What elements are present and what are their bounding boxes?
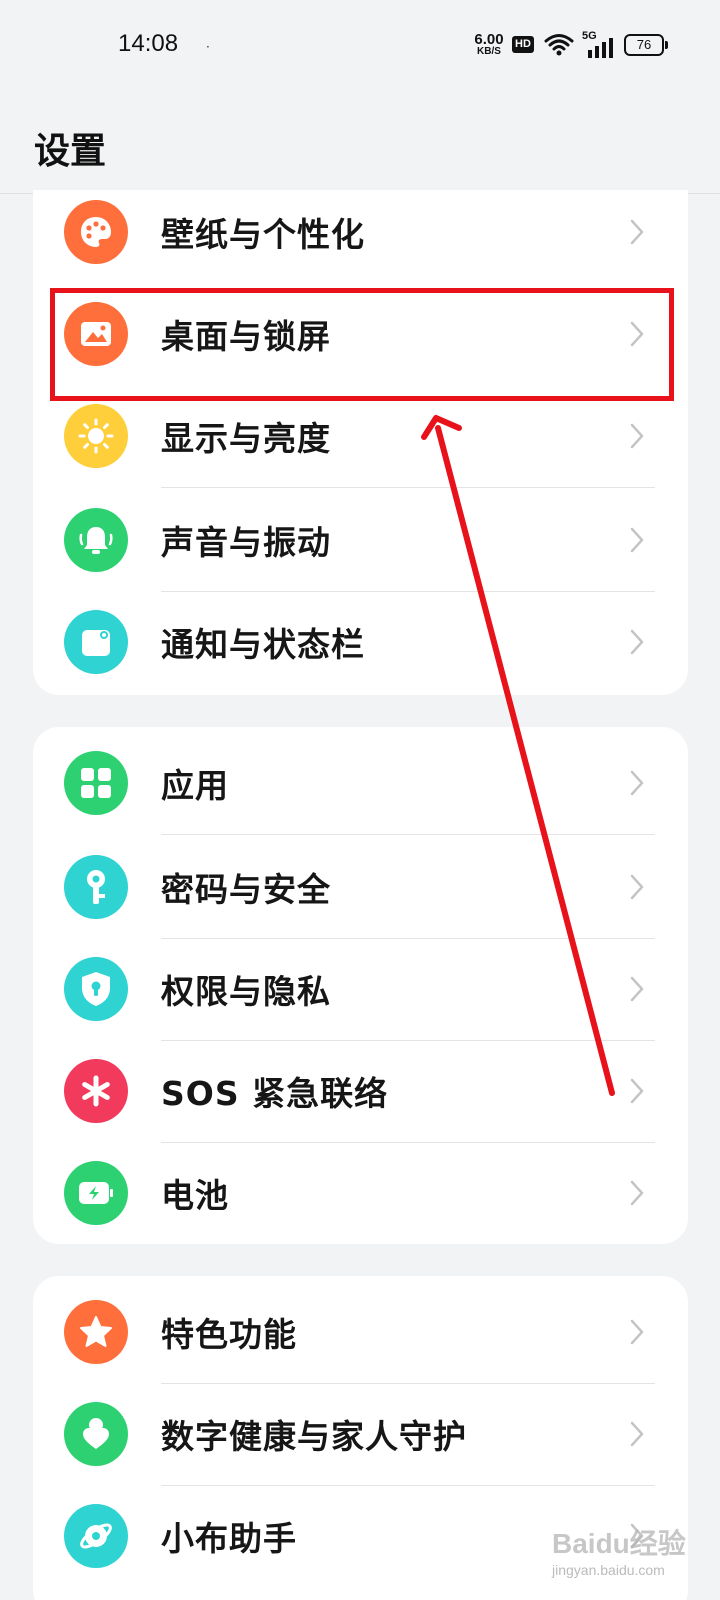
chevron-right-icon (630, 629, 644, 655)
chevron-right-icon (630, 423, 644, 449)
chevron-right-icon (630, 1078, 644, 1104)
chevron-right-icon (630, 1421, 644, 1447)
person-heart-icon (64, 1402, 128, 1466)
cellular-signal-icon: 5G (582, 30, 618, 58)
page-title: 设置 (34, 131, 107, 172)
network-speed-unit: KB/S (477, 46, 501, 57)
settings-item-label: 数字健康与家人守护 (161, 1417, 467, 1456)
settings-item-notifications[interactable]: 通知与状态栏 (33, 590, 688, 694)
settings-item-label: 小布助手 (161, 1519, 297, 1558)
network-speed-value: 6.00 (474, 31, 504, 48)
chevron-right-icon (630, 1180, 644, 1206)
settings-item-password-security[interactable]: 密码与安全 (33, 835, 688, 939)
palette-icon (64, 200, 128, 264)
sun-icon (64, 404, 128, 468)
hd-badge: HD (512, 36, 534, 53)
settings-item-label: 电池 (161, 1176, 229, 1215)
battery-charge-icon (64, 1161, 128, 1225)
status-bar: 14:08 · 6.00 KB/S HD 5G 76 (0, 0, 720, 90)
settings-item-label: SOS 紧急联络 (161, 1074, 389, 1113)
settings-item-label: 特色功能 (161, 1315, 297, 1354)
chevron-right-icon (630, 976, 644, 1002)
settings-item-privacy[interactable]: 权限与隐私 (33, 937, 688, 1041)
settings-item-apps[interactable]: 应用 (33, 731, 688, 835)
settings-item-sound[interactable]: 声音与振动 (33, 488, 688, 592)
settings-item-label: 壁纸与个性化 (161, 215, 365, 254)
settings-item-label: 权限与隐私 (161, 972, 331, 1011)
chevron-right-icon (630, 1319, 644, 1345)
settings-item-sos[interactable]: SOS 紧急联络 (33, 1039, 688, 1143)
network-speed: 6.00 KB/S (472, 32, 506, 57)
watermark-logo: Baidu经验 (552, 1528, 686, 1559)
chevron-right-icon (630, 770, 644, 796)
shield-lock-icon (64, 957, 128, 1021)
apps-grid-icon (64, 751, 128, 815)
settings-group-personalization: 壁纸与个性化 桌面与锁屏 显示与亮度 声音与振动 通知与状态栏 (33, 190, 688, 695)
settings-item-wallpaper[interactable]: 壁纸与个性化 (33, 180, 688, 284)
battery-icon: 76 (624, 34, 668, 56)
settings-item-battery[interactable]: 电池 (33, 1141, 688, 1245)
chevron-right-icon (630, 874, 644, 900)
assistant-icon (64, 1504, 128, 1568)
battery-level: 76 (624, 34, 664, 56)
asterisk-icon (64, 1059, 128, 1123)
settings-group-system: 应用 密码与安全 权限与隐私 SOS 紧急联络 电池 (33, 727, 688, 1244)
notification-icon (64, 610, 128, 674)
chevron-right-icon (630, 527, 644, 553)
settings-item-special-features[interactable]: 特色功能 (33, 1280, 688, 1384)
settings-item-label: 通知与状态栏 (161, 625, 365, 664)
status-time: 14:08 (118, 30, 179, 57)
key-icon (64, 855, 128, 919)
watermark-url: jingyan.baidu.com (552, 1562, 665, 1578)
settings-item-label: 密码与安全 (161, 870, 331, 909)
settings-item-label: 声音与振动 (161, 523, 331, 562)
status-dot: · (206, 40, 210, 54)
settings-item-label: 显示与亮度 (161, 419, 331, 458)
settings-item-digital-wellbeing[interactable]: 数字健康与家人守护 (33, 1382, 688, 1486)
star-icon (64, 1300, 128, 1364)
wifi-icon (544, 34, 574, 56)
chevron-right-icon (630, 219, 644, 245)
annotation-highlight-box (50, 288, 674, 401)
settings-item-label: 应用 (161, 766, 229, 805)
bell-icon (64, 508, 128, 572)
